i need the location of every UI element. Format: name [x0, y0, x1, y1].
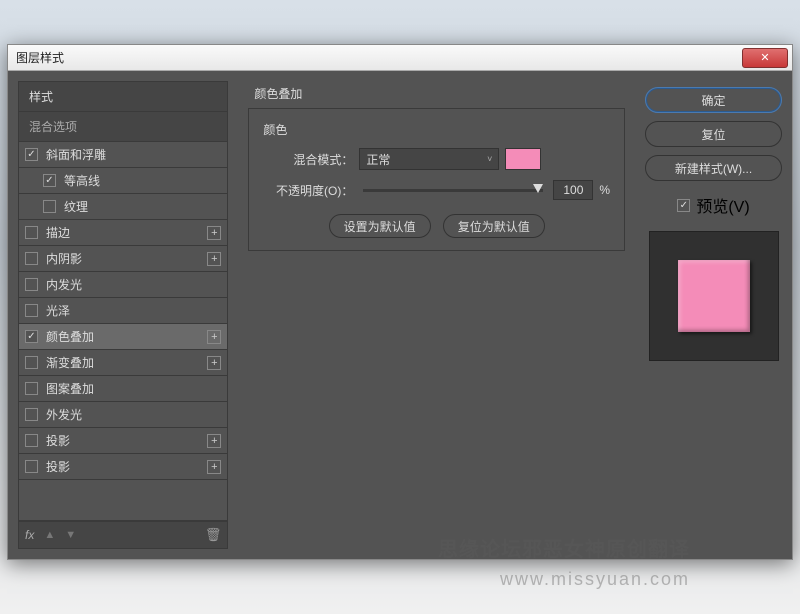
- preview-toggle-row: 预览(V): [645, 193, 782, 217]
- fx-icon[interactable]: fx: [25, 528, 34, 542]
- style-label: 纹理: [64, 198, 221, 215]
- dialog-body: 样式 混合选项 斜面和浮雕等高线纹理描边+内阴影+内发光光泽颜色叠加+渐变叠加+…: [8, 71, 792, 559]
- plus-icon[interactable]: +: [207, 356, 221, 370]
- preview-swatch: [678, 260, 750, 332]
- default-buttons-row: 设置为默认值 复位为默认值: [263, 214, 610, 238]
- cancel-button[interactable]: 复位: [645, 121, 782, 147]
- sidebar-footer: fx ▲ ▼ 🗑: [18, 521, 228, 549]
- chevron-down-icon: ˅: [487, 154, 492, 164]
- style-checkbox[interactable]: [25, 356, 38, 369]
- style-item-4[interactable]: 内阴影+: [19, 246, 227, 272]
- set-default-button[interactable]: 设置为默认值: [329, 214, 431, 238]
- style-checkbox[interactable]: [25, 148, 38, 161]
- trash-icon[interactable]: 🗑: [205, 527, 222, 543]
- preview-label: 预览(V): [696, 193, 749, 217]
- sidebar-blend-options[interactable]: 混合选项: [18, 112, 228, 142]
- style-item-8[interactable]: 渐变叠加+: [19, 350, 227, 376]
- style-label: 图案叠加: [46, 380, 221, 397]
- plus-icon[interactable]: +: [207, 252, 221, 266]
- style-label: 等高线: [64, 172, 221, 189]
- style-item-3[interactable]: 描边+: [19, 220, 227, 246]
- plus-icon[interactable]: +: [207, 226, 221, 240]
- style-checkbox[interactable]: [25, 434, 38, 447]
- style-item-0[interactable]: 斜面和浮雕: [19, 142, 227, 168]
- style-item-2[interactable]: 纹理: [19, 194, 227, 220]
- style-item-11[interactable]: 投影+: [19, 428, 227, 454]
- style-checkbox[interactable]: [25, 304, 38, 317]
- new-style-button[interactable]: 新建样式(W)...: [645, 155, 782, 181]
- style-checkbox[interactable]: [25, 226, 38, 239]
- style-checkbox[interactable]: [43, 200, 56, 213]
- dialog-title: 图层样式: [16, 49, 742, 66]
- styles-sidebar: 样式 混合选项 斜面和浮雕等高线纹理描边+内阴影+内发光光泽颜色叠加+渐变叠加+…: [18, 81, 228, 549]
- style-checkbox[interactable]: [25, 460, 38, 473]
- reset-default-button[interactable]: 复位为默认值: [443, 214, 545, 238]
- style-label: 投影: [46, 432, 207, 449]
- ok-button[interactable]: 确定: [645, 87, 782, 113]
- style-item-9[interactable]: 图案叠加: [19, 376, 227, 402]
- plus-icon[interactable]: +: [207, 434, 221, 448]
- titlebar: 图层样式 ✕: [8, 45, 792, 71]
- blend-mode-row: 混合模式： 正常 ˅: [263, 148, 610, 170]
- style-label: 渐变叠加: [46, 354, 207, 371]
- blend-mode-label: 混合模式：: [263, 151, 353, 168]
- watermark-text-2: www.missyuan.com: [500, 569, 690, 590]
- style-label: 描边: [46, 224, 207, 241]
- preview-checkbox[interactable]: [677, 199, 690, 212]
- style-item-6[interactable]: 光泽: [19, 298, 227, 324]
- style-checkbox[interactable]: [25, 382, 38, 395]
- sidebar-header[interactable]: 样式: [18, 81, 228, 112]
- opacity-row: 不透明度(O)： %: [263, 180, 610, 200]
- style-label: 内阴影: [46, 250, 207, 267]
- preview-box: [649, 231, 779, 361]
- style-item-10[interactable]: 外发光: [19, 402, 227, 428]
- section-title: 颜色叠加: [254, 85, 625, 102]
- style-list: 斜面和浮雕等高线纹理描边+内阴影+内发光光泽颜色叠加+渐变叠加+图案叠加外发光投…: [18, 142, 228, 521]
- style-item-7[interactable]: 颜色叠加+: [19, 324, 227, 350]
- style-checkbox[interactable]: [25, 252, 38, 265]
- style-checkbox[interactable]: [43, 174, 56, 187]
- style-checkbox[interactable]: [25, 330, 38, 343]
- arrow-down-icon[interactable]: ▼: [65, 529, 76, 541]
- opacity-label: 不透明度(O)：: [263, 182, 353, 199]
- style-label: 斜面和浮雕: [46, 146, 221, 163]
- opacity-unit: %: [599, 183, 610, 197]
- style-item-1[interactable]: 等高线: [19, 168, 227, 194]
- blend-mode-dropdown[interactable]: 正常 ˅: [359, 148, 499, 170]
- style-item-5[interactable]: 内发光: [19, 272, 227, 298]
- layer-style-dialog: 图层样式 ✕ 样式 混合选项 斜面和浮雕等高线纹理描边+内阴影+内发光光泽颜色叠…: [7, 44, 793, 560]
- close-icon: ✕: [760, 51, 769, 64]
- right-panel: 确定 复位 新建样式(W)... 预览(V): [645, 81, 782, 549]
- plus-icon[interactable]: +: [207, 460, 221, 474]
- style-checkbox[interactable]: [25, 408, 38, 421]
- style-label: 投影: [46, 458, 207, 475]
- style-checkbox[interactable]: [25, 278, 38, 291]
- arrow-up-icon[interactable]: ▲: [44, 529, 55, 541]
- color-sublabel: 颜色: [263, 121, 610, 138]
- blend-mode-value: 正常: [366, 151, 390, 168]
- slider-thumb-icon[interactable]: [533, 184, 543, 193]
- main-panel: 颜色叠加 颜色 混合模式： 正常 ˅ 不透明度(O)：: [238, 81, 635, 549]
- style-label: 颜色叠加: [46, 328, 207, 345]
- style-label: 内发光: [46, 276, 221, 293]
- color-overlay-box: 颜色 混合模式： 正常 ˅ 不透明度(O)： %: [248, 108, 625, 251]
- close-button[interactable]: ✕: [742, 48, 788, 68]
- watermark-text-1: 思缘论坛邪恶女神原创翻译: [438, 533, 690, 562]
- style-label: 外发光: [46, 406, 221, 423]
- opacity-slider[interactable]: [363, 189, 543, 192]
- opacity-input[interactable]: [553, 180, 593, 200]
- color-swatch[interactable]: [505, 148, 541, 170]
- style-label: 光泽: [46, 302, 221, 319]
- style-item-12[interactable]: 投影+: [19, 454, 227, 480]
- plus-icon[interactable]: +: [207, 330, 221, 344]
